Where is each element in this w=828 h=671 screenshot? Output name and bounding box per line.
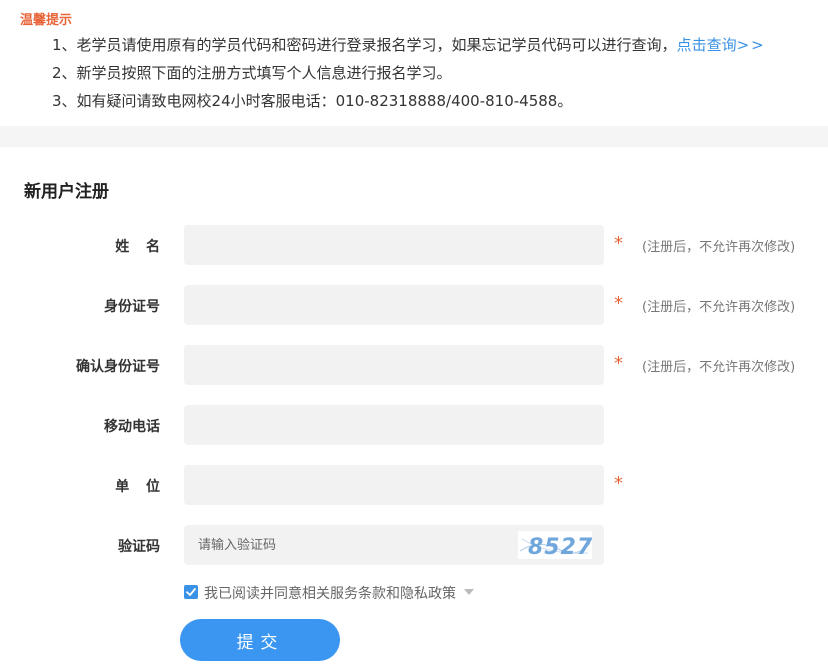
id-number-input[interactable] xyxy=(184,285,604,325)
notice-title: 温馨提示 xyxy=(20,13,73,28)
notice-line-3: 3、如有疑问请致电网校24小时客服电话：010-82318888/400-810… xyxy=(52,92,573,110)
notice-panel: 温馨提示 1、老学员请使用原有的学员代码和密码进行登录报名学习，如果忘记学员代码… xyxy=(0,0,828,126)
name-label: 姓名 xyxy=(115,239,177,255)
confirm-id-required-mark: * xyxy=(614,353,623,374)
agreement-checkbox[interactable] xyxy=(184,585,198,599)
form-title: 新用户注册 xyxy=(24,182,109,202)
notice-line-1-text: 1、老学员请使用原有的学员代码和密码进行登录报名学习，如果忘记学员代码可以进行查… xyxy=(52,36,677,54)
name-input[interactable] xyxy=(184,225,604,265)
id-number-hint: (注册后，不允许再次修改) xyxy=(642,300,796,315)
confirm-id-hint: (注册后，不允许再次修改) xyxy=(642,360,796,375)
captcha-text: 8527 xyxy=(528,535,592,559)
submit-button[interactable]: 提交 xyxy=(180,619,340,661)
query-link-arrow[interactable]: >> xyxy=(737,36,766,54)
checkmark-icon xyxy=(186,588,196,596)
mobile-label: 移动电话 xyxy=(104,419,160,435)
confirm-id-label: 确认身份证号 xyxy=(76,359,160,375)
notice-line-2: 2、新学员按照下面的注册方式填写个人信息进行报名学习。 xyxy=(52,64,452,82)
confirm-id-input[interactable] xyxy=(184,345,604,385)
row-mobile: 移动电话 xyxy=(0,405,828,445)
id-number-label: 身份证号 xyxy=(104,299,160,315)
company-input[interactable] xyxy=(184,465,604,505)
caret-down-icon[interactable] xyxy=(464,589,474,595)
company-label: 单位 xyxy=(115,479,177,495)
row-name: 姓名 * (注册后，不允许再次修改) xyxy=(0,225,828,265)
captcha-image[interactable]: 8527 xyxy=(518,531,592,560)
name-required-mark: * xyxy=(614,233,623,254)
row-captcha: 验证码 8527 xyxy=(0,525,828,565)
mobile-input[interactable] xyxy=(184,405,604,445)
agreement-text[interactable]: 我已阅读并同意相关服务条款和隐私政策 xyxy=(204,583,456,603)
company-required-mark: * xyxy=(614,473,623,494)
query-link[interactable]: 点击查询 xyxy=(677,36,737,54)
row-company: 单位 * xyxy=(0,465,828,505)
captcha-label: 验证码 xyxy=(118,539,160,555)
row-id-number: 身份证号 * (注册后，不允许再次修改) xyxy=(0,285,828,325)
name-hint: (注册后，不允许再次修改) xyxy=(642,240,796,255)
row-confirm-id: 确认身份证号 * (注册后，不允许再次修改) xyxy=(0,345,828,385)
section-divider xyxy=(0,126,828,147)
notice-line-1: 1、老学员请使用原有的学员代码和密码进行登录报名学习，如果忘记学员代码可以进行查… xyxy=(52,34,766,55)
id-number-required-mark: * xyxy=(614,293,623,314)
